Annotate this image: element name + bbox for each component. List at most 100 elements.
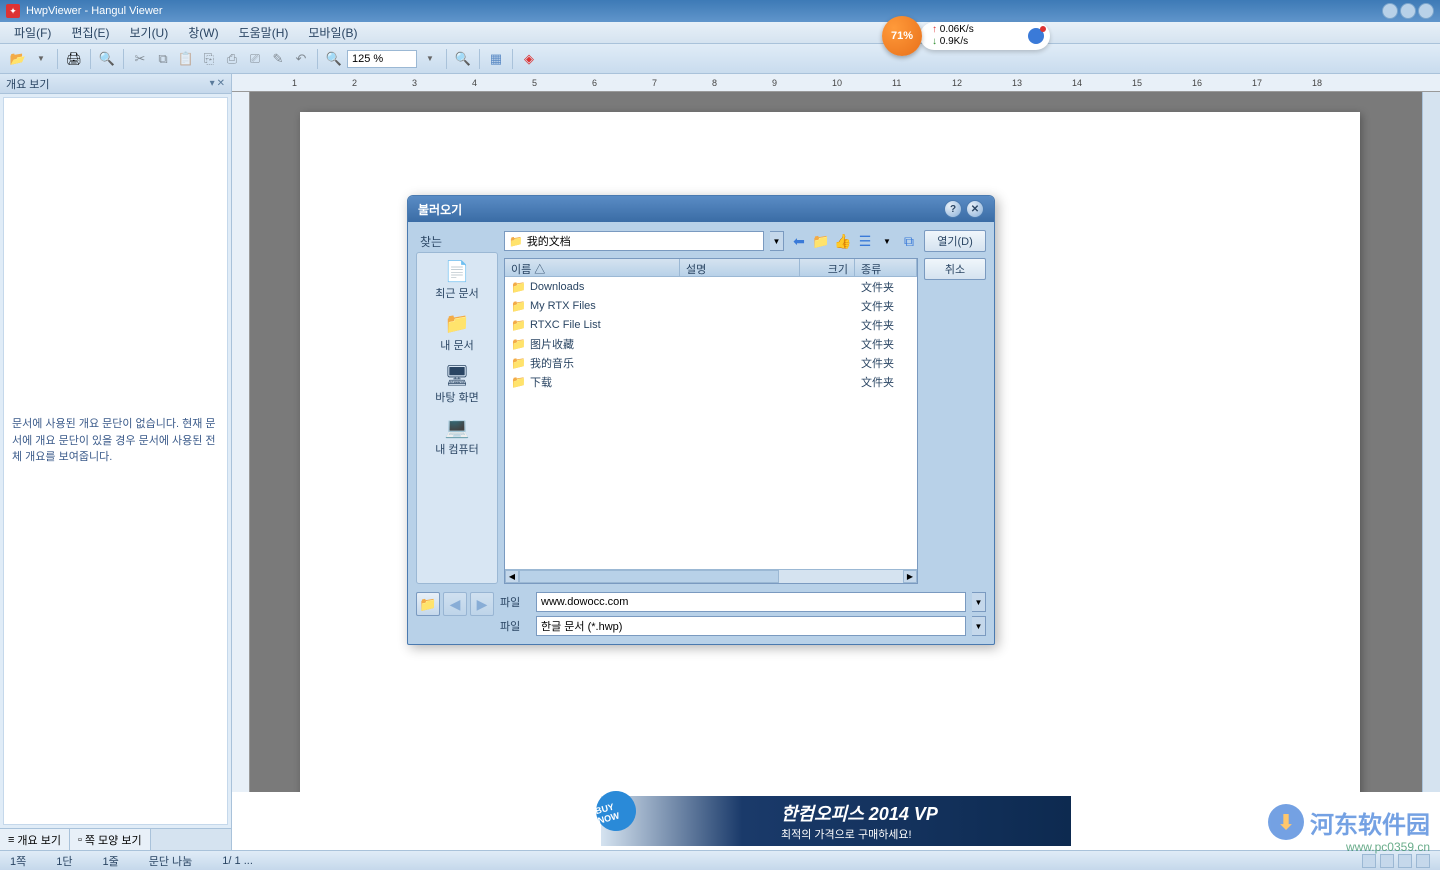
tool-icon[interactable]: ↶ [291, 49, 311, 69]
tab-outline[interactable]: ≡ 개요 보기 [0, 829, 70, 850]
col-type[interactable]: 종류 [855, 259, 917, 276]
vertical-ruler[interactable] [232, 92, 250, 792]
copy-button[interactable]: ⧉ [900, 232, 918, 250]
menu-mobile[interactable]: 모바일(B) [304, 22, 361, 43]
notification-badge[interactable] [1028, 28, 1044, 44]
zoom-dropdown-icon[interactable]: ▼ [420, 49, 440, 69]
horizontal-ruler[interactable]: 123456789101112131415161718 [232, 74, 1440, 92]
ruler-mark: 9 [772, 78, 777, 88]
folder-icon: 📁 [511, 337, 526, 351]
status-paragraph: 문단 나눔 [149, 853, 193, 869]
network-widget[interactable]: 71% ↑ 0.06K/s ↓ 0.9K/s [920, 22, 1050, 50]
toolbar: 📂 ▼ 🖨 🔍 ✂ ⧉ 📋 ⎘ ⎙ ⎚ ✎ ↶ 🔍 ▼ 🔍 ▦ ◈ [0, 44, 1440, 74]
ad-banner[interactable]: BUY NOW 한컴오피스 2014 VP 최적의 가격으로 구매하세요! [232, 792, 1440, 850]
hanword-icon[interactable]: ◈ [519, 49, 539, 69]
outline-panel: 개요 보기 ▾ ✕ 문서에 사용된 개요 문단이 없습니다. 현재 문서에 개요… [0, 74, 232, 850]
horizontal-scrollbar[interactable]: ◀ ▶ [505, 569, 917, 583]
zoom-fit-icon[interactable]: 🔍 [453, 49, 473, 69]
separator [90, 49, 91, 69]
paste-icon[interactable]: 📋 [176, 49, 196, 69]
folder-icon: 📁 [511, 280, 526, 294]
help-button[interactable]: ? [944, 200, 962, 218]
maximize-button[interactable] [1400, 3, 1416, 19]
panel-menu-icon[interactable]: ▾ [210, 78, 215, 89]
close-button[interactable] [1418, 3, 1434, 19]
filename-input[interactable]: www.dowocc.com [536, 592, 966, 612]
place-mydocs[interactable]: 📁 내 문서 [440, 311, 473, 353]
empty-message: 문서에 사용된 개요 문단이 없습니다. 현재 문서에 개요 문단이 있을 경우… [12, 416, 219, 466]
view-mode-button[interactable] [1398, 854, 1412, 868]
next-button[interactable]: ▶ [470, 592, 494, 616]
new-folder-button[interactable]: 👍 [834, 232, 852, 250]
file-row[interactable]: 📁RTXC File List文件夹 [505, 315, 917, 334]
tool-icon[interactable]: ⎚ [245, 49, 265, 69]
places-sidebar: 📄 최근 문서 📁 내 문서 🖥 바탕 화면 💻 내 컴퓨터 [416, 252, 498, 584]
panel-close-icon[interactable]: ✕ [217, 78, 225, 89]
filter-input[interactable]: 한글 문서 (*.hwp) [536, 616, 966, 636]
separator [479, 49, 480, 69]
cancel-button[interactable]: 취소 [924, 258, 986, 280]
file-list: 이름 △ 설명 크기 종류 📁Downloads文件夹📁My RTX Files… [504, 258, 918, 584]
col-desc[interactable]: 설명 [680, 259, 800, 276]
ruler-mark: 5 [532, 78, 537, 88]
place-desktop[interactable]: 🖥 바탕 화면 [435, 363, 479, 405]
open-button[interactable]: 열기(D) [924, 230, 986, 252]
view-button[interactable]: ☰ [856, 232, 874, 250]
dialog-title: 불러오기 [418, 201, 462, 218]
menu-file[interactable]: 파일(F) [10, 22, 55, 43]
cut-icon[interactable]: ✂ [130, 49, 150, 69]
view-mode-button[interactable] [1416, 854, 1430, 868]
prev-button[interactable]: ◀ [443, 592, 467, 616]
file-row[interactable]: 📁图片收藏文件夹 [505, 334, 917, 353]
file-row[interactable]: 📁下载文件夹 [505, 372, 917, 391]
file-row[interactable]: 📁我的音乐文件夹 [505, 353, 917, 372]
folder-icon: 📁 [511, 318, 526, 332]
menu-edit[interactable]: 편집(E) [67, 22, 113, 43]
tab-page-layout[interactable]: ▫ 쪽 모양 보기 [70, 829, 151, 850]
vertical-scrollbar[interactable] [1422, 92, 1440, 792]
col-size[interactable]: 크기 [800, 259, 855, 276]
view-mode-button[interactable] [1380, 854, 1394, 868]
tool-icon[interactable]: ⎘ [199, 49, 219, 69]
menu-help[interactable]: 도움말(H) [235, 22, 293, 43]
location-dropdown[interactable]: ▼ [770, 231, 784, 251]
file-row[interactable]: 📁My RTX Files文件夹 [505, 296, 917, 315]
file-rows: 📁Downloads文件夹📁My RTX Files文件夹📁RTXC File … [505, 277, 917, 569]
filename-dropdown[interactable]: ▼ [972, 592, 986, 612]
tool-icon[interactable]: ⎙ [222, 49, 242, 69]
window-title: HwpViewer - Hangul Viewer [26, 5, 163, 17]
filename-label: 파일 [500, 594, 530, 610]
copy-icon[interactable]: ⧉ [153, 49, 173, 69]
zoom-input[interactable] [347, 50, 417, 68]
folder-icon: 📁 [443, 311, 471, 335]
folder-icon: 📁 [511, 299, 526, 313]
location-input[interactable]: 📁 我的文档 [504, 231, 764, 251]
view-dropdown[interactable]: ▼ [878, 232, 896, 250]
upload-speed: ↑ 0.06K/s [932, 24, 974, 36]
place-computer[interactable]: 💻 내 컴퓨터 [435, 415, 479, 457]
place-recent[interactable]: 📄 최근 문서 [435, 259, 479, 301]
layout-icon[interactable]: ▦ [486, 49, 506, 69]
minimize-button[interactable] [1382, 3, 1398, 19]
print-icon[interactable]: 🖨 [64, 49, 84, 69]
find-icon[interactable]: 🔍 [97, 49, 117, 69]
menu-view[interactable]: 보기(U) [125, 22, 172, 43]
menu-window[interactable]: 창(W) [184, 22, 222, 43]
back-button[interactable]: ⬅ [790, 232, 808, 250]
status-page: 1쪽 [10, 853, 26, 869]
dialog-title-bar[interactable]: 불러오기 ? ✕ [408, 196, 994, 222]
view-mode-button[interactable] [1362, 854, 1376, 868]
ruler-mark: 12 [952, 78, 962, 88]
tool-icon[interactable]: ✎ [268, 49, 288, 69]
open-icon[interactable]: 📂 [8, 49, 28, 69]
dialog-close-button[interactable]: ✕ [966, 200, 984, 218]
zoom-out-icon[interactable]: 🔍 [324, 49, 344, 69]
ruler-mark: 13 [1012, 78, 1022, 88]
col-name[interactable]: 이름 △ [505, 259, 680, 276]
add-place-button[interactable]: 📁 [416, 592, 440, 616]
filter-dropdown[interactable]: ▼ [972, 616, 986, 636]
up-button[interactable]: 📁 [812, 232, 830, 250]
file-row[interactable]: 📁Downloads文件夹 [505, 277, 917, 296]
open-dropdown-icon[interactable]: ▼ [31, 49, 51, 69]
computer-icon: 💻 [443, 415, 471, 439]
